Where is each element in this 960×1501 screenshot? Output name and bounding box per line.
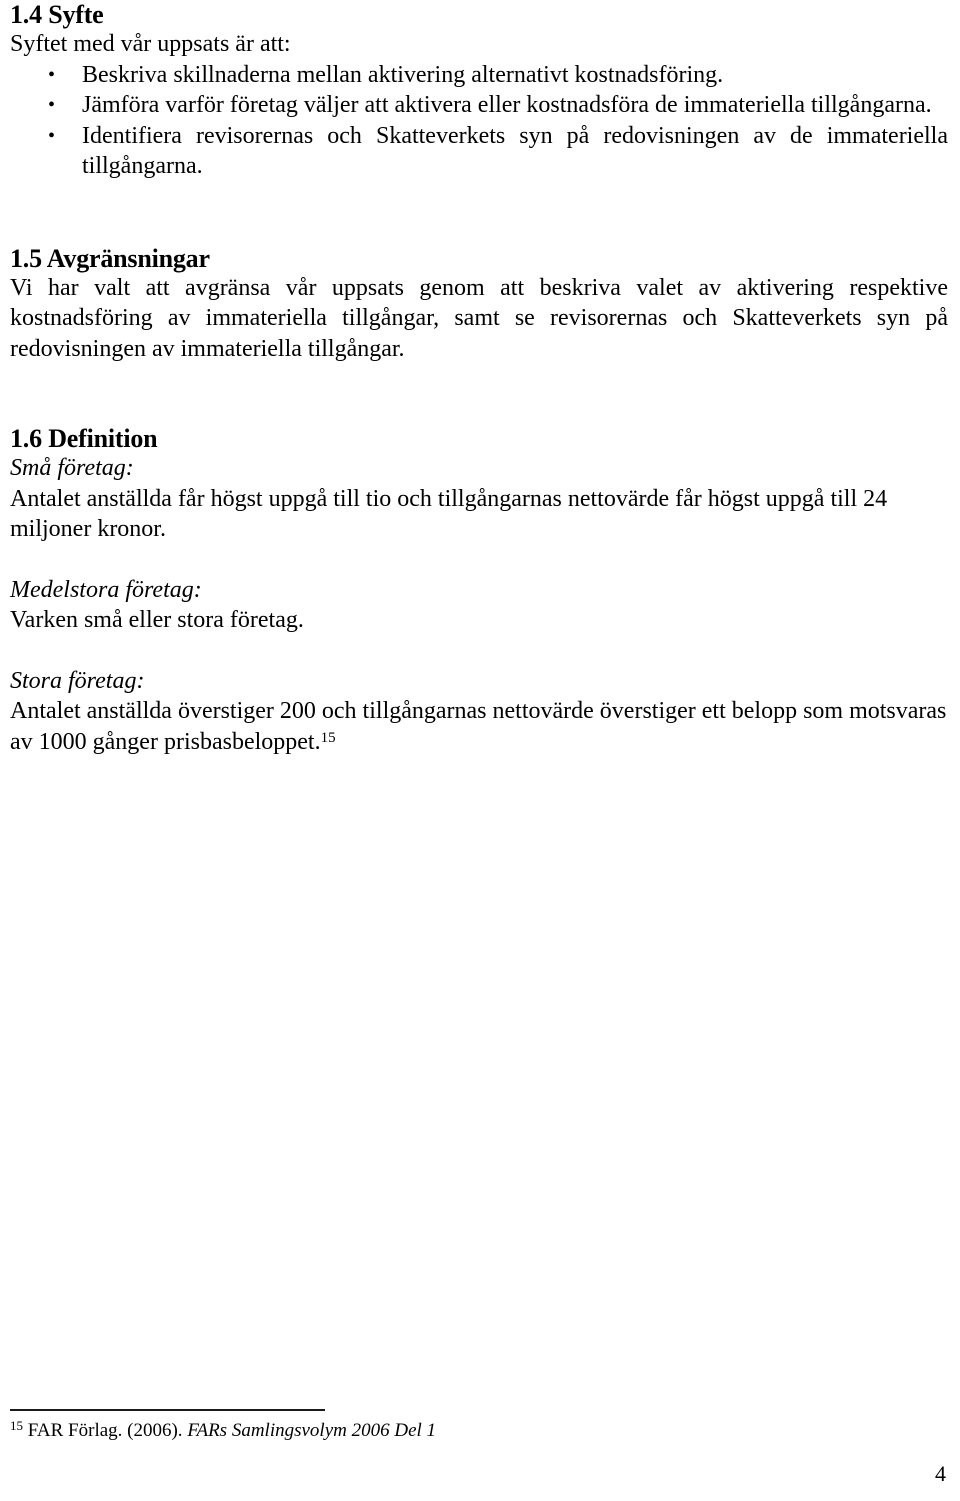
footnote-area: 15 FAR Förlag. (2006). FARs Samlingsvoly…	[10, 1409, 948, 1443]
list-item: Jämföra varför företag väljer att aktive…	[10, 90, 948, 121]
footnote-marker: 15	[10, 1418, 23, 1433]
avgransningar-paragraph: Vi har valt att avgränsa vår uppsats gen…	[10, 274, 948, 362]
page-content: 1.4 Syfte Syftet med vår uppsats är att:…	[10, 0, 948, 757]
footnote-reference-15[interactable]: 15	[321, 730, 336, 746]
document-page: 1.4 Syfte Syftet med vår uppsats är att:…	[0, 0, 960, 1501]
heading-avgransningar: 1.5 Avgränsningar	[10, 243, 210, 273]
footnote-title: FARs Samlingsvolym 2006 Del 1	[187, 1420, 437, 1441]
syfte-bullet-list: Beskriva skillnaderna mellan aktivering …	[10, 60, 948, 182]
page-number: 4	[935, 1461, 946, 1486]
definition-text-medelstora: Varken små eller stora företag.	[10, 607, 304, 633]
section-avgransningar: 1.5 Avgränsningar Vi har valt att avgrän…	[10, 244, 948, 365]
definition-entry-medelstora: Medelstora företag: Varken små eller sto…	[10, 575, 948, 636]
definition-entry-stora: Stora företag: Antalet anställda översti…	[10, 666, 948, 758]
definition-text-stora-body: Antalet anställda överstiger 200 och til…	[10, 698, 947, 755]
list-item: Identifiera revisorernas och Skatteverke…	[10, 121, 948, 182]
definition-entry-sma: Små företag: Antalet anställda får högst…	[10, 453, 948, 545]
definition-text-stora: Antalet anställda överstiger 200 och til…	[10, 696, 948, 757]
syfte-intro-text: Syftet med vår uppsats är att:	[10, 31, 291, 57]
definition-label-sma: Små företag:	[10, 455, 134, 481]
section-definition: 1.6 Definition Små företag: Antalet anst…	[10, 424, 948, 757]
definition-label-stora: Stora företag:	[10, 667, 145, 694]
definition-text-sma: Antalet anställda får högst uppgå till t…	[10, 485, 888, 543]
footnote-entry: 15 FAR Förlag. (2006). FARs Samlingsvoly…	[10, 1419, 948, 1443]
definition-label-medelstora: Medelstora företag:	[10, 576, 202, 603]
heading-definition: 1.6 Definition	[10, 424, 158, 453]
footnote-separator-rule	[10, 1409, 325, 1411]
footnote-publisher: FAR Förlag. (2006).	[27, 1420, 183, 1441]
list-item: Beskriva skillnaderna mellan aktivering …	[10, 60, 948, 91]
section-syfte: 1.4 Syfte Syftet med vår uppsats är att:…	[10, 0, 948, 182]
heading-syfte: 1.4 Syfte	[10, 0, 104, 29]
